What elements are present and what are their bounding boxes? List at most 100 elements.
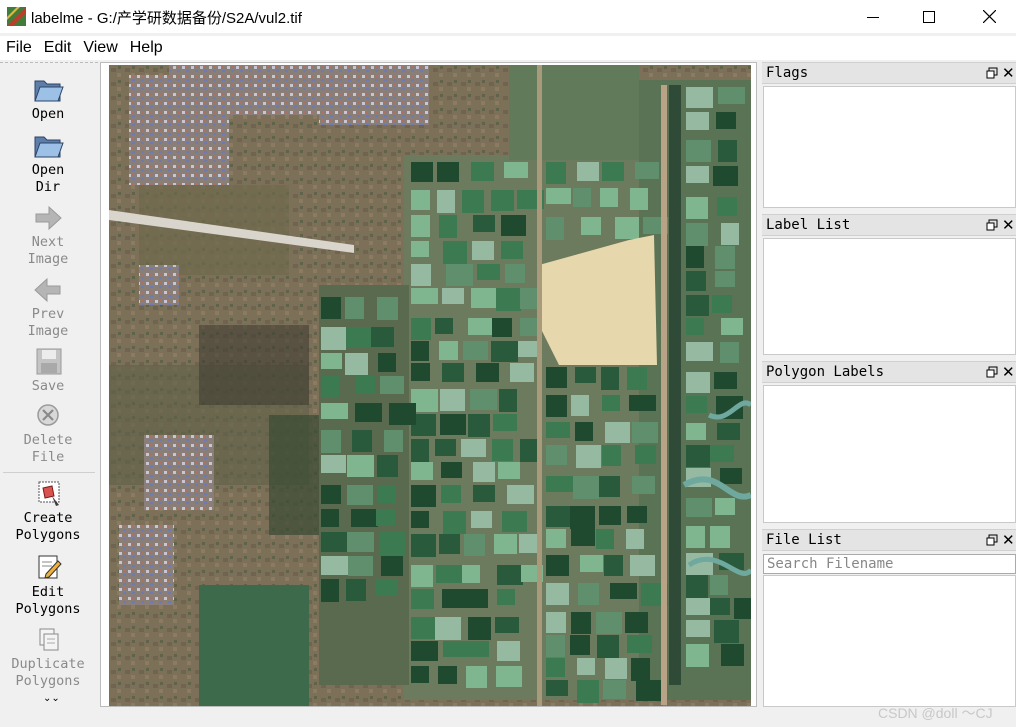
fishpond-cell (468, 318, 494, 335)
close-icon[interactable]: ✕ (1002, 531, 1015, 549)
delete-file-button[interactable]: Delete File (0, 401, 96, 466)
fishpond-cell (627, 635, 652, 653)
float-icon[interactable] (986, 67, 998, 79)
fishpond-cell (442, 288, 464, 304)
toolbar-extension-chevron-icon[interactable]: ⌄⌄ (43, 693, 60, 704)
float-icon[interactable] (986, 534, 998, 546)
fishpond-cell (435, 617, 461, 640)
edit-pencil-icon (38, 555, 62, 579)
next-image-label-line2: Image (27, 251, 69, 267)
edit-polygons-button[interactable]: Edit Polygons (0, 553, 96, 618)
float-icon[interactable] (986, 219, 998, 231)
flags-title: Flags (766, 65, 809, 81)
open-button[interactable]: Open (0, 75, 96, 123)
prev-image-button[interactable]: Prev Image (0, 275, 96, 340)
prev-image-label-line1: Prev (31, 306, 65, 322)
float-icon[interactable] (986, 366, 998, 378)
fishpond-cell (575, 422, 593, 441)
fishpond-cell (321, 485, 341, 504)
fishpond-cell (734, 598, 751, 619)
fishpond-cell (497, 565, 523, 585)
fishpond-cell (716, 112, 736, 129)
menu-bar: File Edit View Help (0, 36, 1016, 60)
create-polygons-button[interactable]: Create Polygons (0, 479, 96, 544)
maximize-button[interactable] (906, 0, 952, 33)
fishpond-cell (546, 583, 569, 605)
close-icon[interactable]: ✕ (1002, 363, 1015, 381)
create-polygons-label-line2: Polygons (15, 527, 81, 543)
fishpond-cell (321, 376, 339, 398)
satellite-image[interactable] (109, 65, 751, 706)
save-button[interactable]: Save (0, 347, 96, 395)
menu-view[interactable]: View (77, 36, 123, 60)
fishpond-cell (437, 162, 459, 182)
fishpond-cell (321, 532, 347, 552)
fishpond-cell (462, 565, 480, 583)
open-dir-label-line1: Open (31, 162, 65, 178)
label-list[interactable] (763, 238, 1016, 355)
fishpond-cell (352, 430, 372, 452)
fishpond-cell (605, 422, 630, 443)
close-icon[interactable]: ✕ (1002, 64, 1015, 82)
fishpond-cell (686, 246, 704, 268)
fishpond-cell (346, 327, 371, 348)
fishpond-cell (518, 341, 539, 357)
menu-file[interactable]: File (0, 36, 38, 60)
file-list[interactable] (763, 575, 1016, 707)
fishpond-cell (627, 367, 647, 390)
fishpond-cell (717, 423, 740, 440)
polygon-labels-dock-title: Polygon Labels ✕ (762, 361, 1016, 383)
fishpond-cell (615, 217, 639, 239)
fishpond-cell (493, 414, 517, 431)
fishpond-cell (686, 140, 711, 162)
fishpond-cell (321, 556, 348, 575)
menu-edit[interactable]: Edit (38, 36, 78, 60)
fishpond-cell (721, 644, 744, 666)
fishpond-cell (632, 422, 658, 443)
fishpond-cell (461, 439, 486, 457)
fishpond-cell (345, 353, 368, 375)
fishpond-cell (578, 583, 599, 605)
polygon-labels-list[interactable] (763, 385, 1016, 523)
fishpond-cell (411, 617, 438, 639)
duplicate-polygons-button[interactable]: Duplicate Polygons (0, 625, 96, 690)
fishpond-cell (497, 641, 520, 661)
canvas[interactable] (100, 62, 757, 707)
fishpond-cell (491, 190, 514, 211)
search-filename-input[interactable] (763, 554, 1016, 574)
fishpond-cell (510, 363, 534, 382)
fishpond-cell (627, 506, 647, 523)
duplicate-icon (39, 628, 59, 651)
fishpond-cell (721, 318, 743, 335)
fishpond-cell (378, 353, 396, 372)
fishpond-cell (573, 476, 599, 499)
close-icon[interactable]: ✕ (1002, 216, 1015, 234)
fishpond-cell (686, 112, 709, 130)
fishpond-cell (686, 318, 704, 335)
open-dir-button[interactable]: Open Dir (0, 131, 96, 196)
open-dir-label-line2: Dir (35, 179, 61, 195)
fishpond-cell (507, 485, 534, 504)
close-button[interactable] (966, 0, 1012, 33)
fishpond-cell (505, 264, 525, 283)
minimize-button[interactable] (850, 0, 896, 33)
fishpond-cell (686, 197, 708, 219)
flags-list[interactable] (763, 86, 1016, 208)
fishpond-cell (466, 589, 488, 608)
fishpond-cell (462, 190, 484, 213)
fishpond-cell (632, 476, 655, 494)
watermark: CSDN @doll ～CJ (878, 705, 993, 721)
fishpond-cell (546, 395, 567, 417)
fishpond-cell (715, 271, 735, 287)
fishpond-cell (468, 617, 491, 640)
fishpond-cell (411, 565, 433, 587)
next-image-button[interactable]: Next Image (0, 203, 96, 268)
fishpond-cell (468, 641, 489, 657)
menu-help[interactable]: Help (124, 36, 169, 60)
fishpond-cell (435, 318, 453, 334)
fishpond-cell (348, 556, 373, 576)
fishpond-cell (714, 372, 737, 389)
fishpond-cell (546, 635, 565, 657)
fishpond-cell (440, 389, 465, 411)
arrow-left-icon (34, 277, 61, 303)
